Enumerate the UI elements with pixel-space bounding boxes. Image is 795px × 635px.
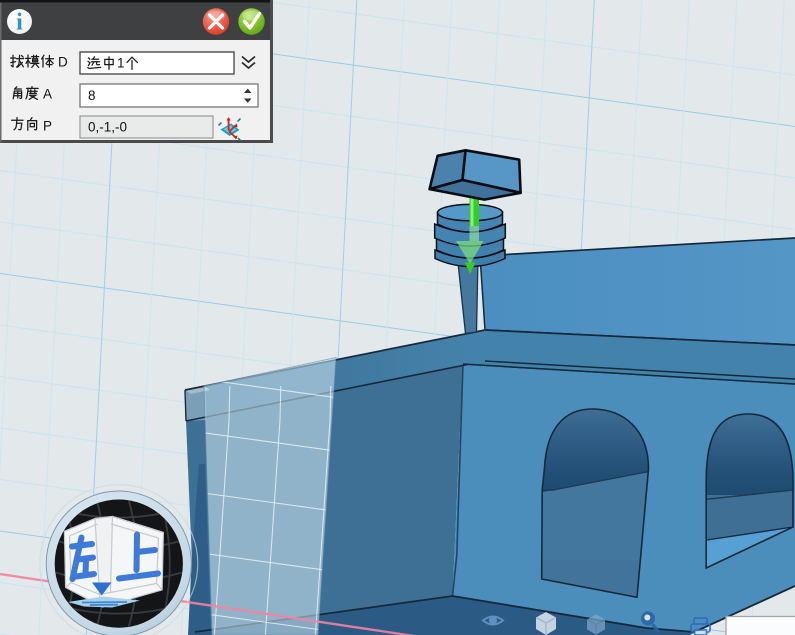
svg-text:0,-1,-0: 0,-1,-0 <box>88 120 127 135</box>
svg-text:A: A <box>43 87 52 102</box>
svg-text:D: D <box>58 55 68 70</box>
svg-text:1: 1 <box>117 56 125 71</box>
svg-text:i: i <box>16 10 23 36</box>
svg-text:P: P <box>43 119 52 134</box>
svg-text:8: 8 <box>88 88 96 103</box>
